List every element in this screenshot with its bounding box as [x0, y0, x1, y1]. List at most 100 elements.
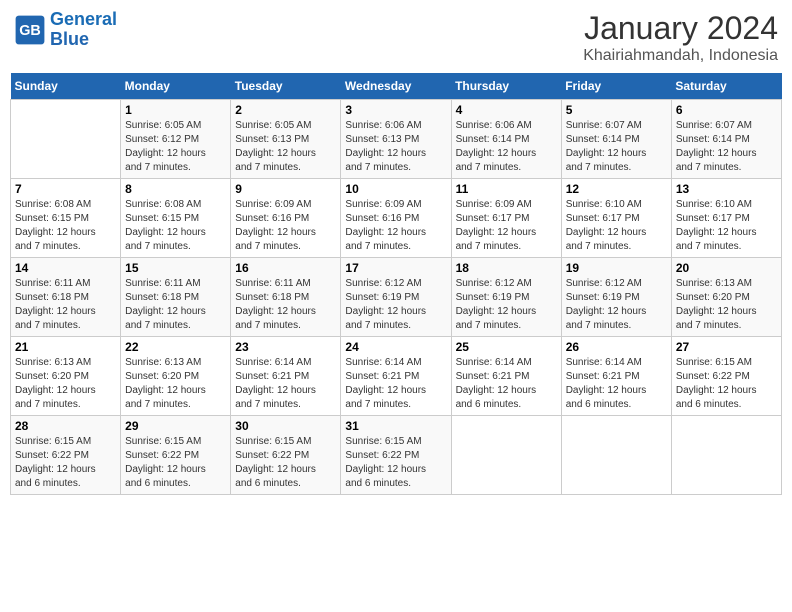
calendar-cell: 13 Sunrise: 6:10 AM Sunset: 6:17 PM Dayli…: [671, 179, 781, 258]
calendar-cell: 27Sunrise: 6:15 AM Sunset: 6:22 PM Dayli…: [671, 337, 781, 416]
day-info: Sunrise: 6:14 AM Sunset: 6:21 PM Dayligh…: [566, 356, 667, 412]
day-info: Sunrise: 6:15 AM Sunset: 6:22 PM Dayligh…: [235, 435, 336, 491]
calendar-cell: 21 Sunrise: 6:13 AM Sunset: 6:20 PM Dayli…: [11, 337, 121, 416]
day-number: 5: [566, 103, 667, 117]
calendar-week-row: 14 Sunrise: 6:11 AM Sunset: 6:18 PM Dayli…: [11, 258, 782, 337]
calendar-cell: 28 Sunrise: 6:15 AM Sunset: 6:22 PM Dayli…: [11, 416, 121, 495]
logo-text: General Blue: [50, 10, 117, 50]
header-thursday: Thursday: [451, 73, 561, 100]
header-sunday: Sunday: [11, 73, 121, 100]
calendar-cell: 2 Sunrise: 6:05 AM Sunset: 6:13 PM Daylig…: [231, 100, 341, 179]
day-info: Sunrise: 6:07 AM Sunset: 6:14 PM Dayligh…: [566, 119, 667, 175]
day-number: 14: [15, 261, 116, 275]
day-info: Sunrise: 6:06 AM Sunset: 6:14 PM Dayligh…: [456, 119, 557, 175]
page-header: GB General Blue January 2024 Khairiahman…: [10, 10, 782, 65]
calendar-cell: [561, 416, 671, 495]
day-info: Sunrise: 6:14 AM Sunset: 6:21 PM Dayligh…: [345, 356, 446, 412]
day-number: 8: [125, 182, 226, 196]
calendar-cell: 9 Sunrise: 6:09 AM Sunset: 6:16 PM Daylig…: [231, 179, 341, 258]
day-info: Sunrise: 6:05 AM Sunset: 6:12 PM Dayligh…: [125, 119, 226, 175]
calendar-cell: 16 Sunrise: 6:11 AM Sunset: 6:18 PM Dayli…: [231, 258, 341, 337]
calendar-cell: 15Sunrise: 6:11 AM Sunset: 6:18 PM Dayli…: [121, 258, 231, 337]
calendar-cell: 30 Sunrise: 6:15 AM Sunset: 6:22 PM Dayli…: [231, 416, 341, 495]
calendar-cell: 11Sunrise: 6:09 AM Sunset: 6:17 PM Dayli…: [451, 179, 561, 258]
day-info: Sunrise: 6:12 AM Sunset: 6:19 PM Dayligh…: [566, 277, 667, 333]
calendar-header-row: SundayMondayTuesdayWednesdayThursdayFrid…: [11, 73, 782, 100]
day-number: 20: [676, 261, 777, 275]
day-info: Sunrise: 6:11 AM Sunset: 6:18 PM Dayligh…: [15, 277, 116, 333]
day-info: Sunrise: 6:13 AM Sunset: 6:20 PM Dayligh…: [15, 356, 116, 412]
calendar-cell: 14 Sunrise: 6:11 AM Sunset: 6:18 PM Dayli…: [11, 258, 121, 337]
calendar-table: SundayMondayTuesdayWednesdayThursdayFrid…: [10, 73, 782, 495]
day-number: 24: [345, 340, 446, 354]
day-number: 9: [235, 182, 336, 196]
calendar-cell: 20 Sunrise: 6:13 AM Sunset: 6:20 PM Dayli…: [671, 258, 781, 337]
calendar-cell: 18 Sunrise: 6:12 AM Sunset: 6:19 PM Dayli…: [451, 258, 561, 337]
day-info: Sunrise: 6:05 AM Sunset: 6:13 PM Dayligh…: [235, 119, 336, 175]
day-info: Sunrise: 6:09 AM Sunset: 6:17 PM Dayligh…: [456, 198, 557, 254]
day-info: Sunrise: 6:14 AM Sunset: 6:21 PM Dayligh…: [235, 356, 336, 412]
day-info: Sunrise: 6:08 AM Sunset: 6:15 PM Dayligh…: [15, 198, 116, 254]
day-info: Sunrise: 6:11 AM Sunset: 6:18 PM Dayligh…: [235, 277, 336, 333]
svg-text:GB: GB: [19, 23, 41, 39]
calendar-cell: [451, 416, 561, 495]
day-number: 30: [235, 419, 336, 433]
header-monday: Monday: [121, 73, 231, 100]
calendar-cell: 23 Sunrise: 6:14 AM Sunset: 6:21 PM Dayli…: [231, 337, 341, 416]
calendar-week-row: 7 Sunrise: 6:08 AM Sunset: 6:15 PM Daylig…: [11, 179, 782, 258]
day-number: 7: [15, 182, 116, 196]
day-number: 17: [345, 261, 446, 275]
day-number: 21: [15, 340, 116, 354]
title-area: January 2024 Khairiahmandah, Indonesia: [583, 10, 778, 65]
day-number: 16: [235, 261, 336, 275]
day-number: 2: [235, 103, 336, 117]
calendar-cell: 19 Sunrise: 6:12 AM Sunset: 6:19 PM Dayli…: [561, 258, 671, 337]
day-number: 28: [15, 419, 116, 433]
calendar-cell: [11, 100, 121, 179]
day-info: Sunrise: 6:10 AM Sunset: 6:17 PM Dayligh…: [566, 198, 667, 254]
day-number: 19: [566, 261, 667, 275]
calendar-cell: 29 Sunrise: 6:15 AM Sunset: 6:22 PM Dayli…: [121, 416, 231, 495]
calendar-cell: 3 Sunrise: 6:06 AM Sunset: 6:13 PM Daylig…: [341, 100, 451, 179]
calendar-week-row: 21 Sunrise: 6:13 AM Sunset: 6:20 PM Dayli…: [11, 337, 782, 416]
header-tuesday: Tuesday: [231, 73, 341, 100]
calendar-cell: 10Sunrise: 6:09 AM Sunset: 6:16 PM Dayli…: [341, 179, 451, 258]
day-number: 26: [566, 340, 667, 354]
day-number: 6: [676, 103, 777, 117]
day-info: Sunrise: 6:14 AM Sunset: 6:21 PM Dayligh…: [456, 356, 557, 412]
calendar-cell: 31Sunrise: 6:15 AM Sunset: 6:22 PM Dayli…: [341, 416, 451, 495]
day-info: Sunrise: 6:11 AM Sunset: 6:18 PM Dayligh…: [125, 277, 226, 333]
logo: GB General Blue: [14, 10, 117, 50]
day-number: 18: [456, 261, 557, 275]
day-info: Sunrise: 6:06 AM Sunset: 6:13 PM Dayligh…: [345, 119, 446, 175]
day-number: 29: [125, 419, 226, 433]
calendar-cell: 4 Sunrise: 6:06 AM Sunset: 6:14 PM Daylig…: [451, 100, 561, 179]
day-info: Sunrise: 6:15 AM Sunset: 6:22 PM Dayligh…: [15, 435, 116, 491]
header-friday: Friday: [561, 73, 671, 100]
header-wednesday: Wednesday: [341, 73, 451, 100]
day-info: Sunrise: 6:12 AM Sunset: 6:19 PM Dayligh…: [456, 277, 557, 333]
day-info: Sunrise: 6:15 AM Sunset: 6:22 PM Dayligh…: [345, 435, 446, 491]
header-saturday: Saturday: [671, 73, 781, 100]
day-number: 10: [345, 182, 446, 196]
calendar-cell: 6 Sunrise: 6:07 AM Sunset: 6:14 PM Daylig…: [671, 100, 781, 179]
day-number: 13: [676, 182, 777, 196]
day-number: 22: [125, 340, 226, 354]
calendar-cell: 7 Sunrise: 6:08 AM Sunset: 6:15 PM Daylig…: [11, 179, 121, 258]
day-number: 23: [235, 340, 336, 354]
day-number: 4: [456, 103, 557, 117]
day-number: 27: [676, 340, 777, 354]
calendar-cell: 25Sunrise: 6:14 AM Sunset: 6:21 PM Dayli…: [451, 337, 561, 416]
day-info: Sunrise: 6:15 AM Sunset: 6:22 PM Dayligh…: [125, 435, 226, 491]
calendar-cell: 17Sunrise: 6:12 AM Sunset: 6:19 PM Dayli…: [341, 258, 451, 337]
calendar-cell: 12Sunrise: 6:10 AM Sunset: 6:17 PM Dayli…: [561, 179, 671, 258]
day-info: Sunrise: 6:07 AM Sunset: 6:14 PM Dayligh…: [676, 119, 777, 175]
day-info: Sunrise: 6:09 AM Sunset: 6:16 PM Dayligh…: [235, 198, 336, 254]
calendar-cell: 24 Sunrise: 6:14 AM Sunset: 6:21 PM Dayli…: [341, 337, 451, 416]
day-info: Sunrise: 6:08 AM Sunset: 6:15 PM Dayligh…: [125, 198, 226, 254]
calendar-week-row: 28 Sunrise: 6:15 AM Sunset: 6:22 PM Dayli…: [11, 416, 782, 495]
calendar-cell: 5 Sunrise: 6:07 AM Sunset: 6:14 PM Daylig…: [561, 100, 671, 179]
day-info: Sunrise: 6:13 AM Sunset: 6:20 PM Dayligh…: [676, 277, 777, 333]
day-info: Sunrise: 6:10 AM Sunset: 6:17 PM Dayligh…: [676, 198, 777, 254]
day-number: 3: [345, 103, 446, 117]
